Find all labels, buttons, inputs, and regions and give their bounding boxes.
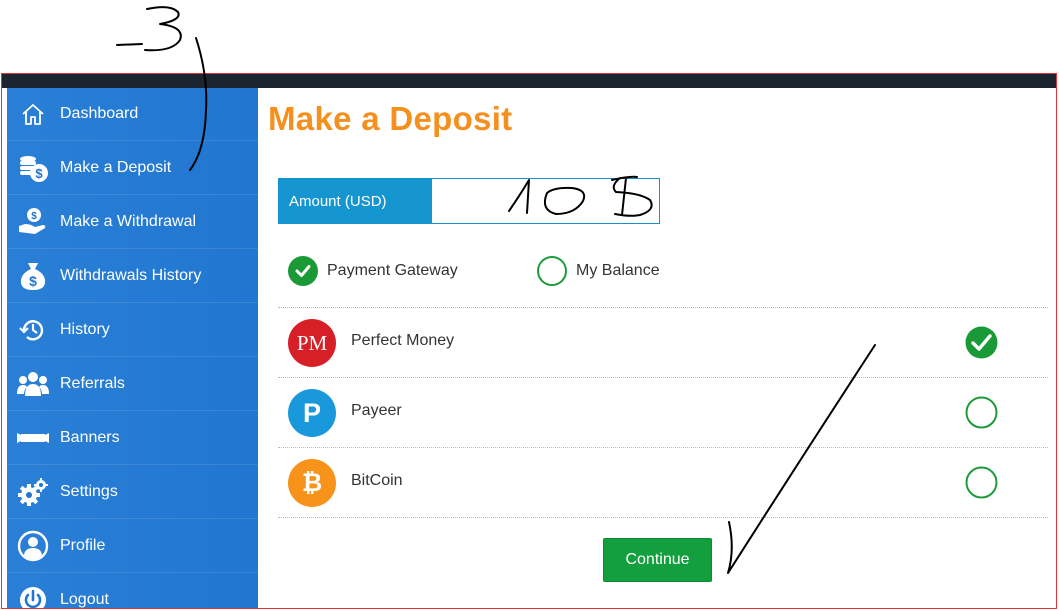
scribble-dash bbox=[116, 43, 143, 46]
hand-coin-icon: $ bbox=[17, 206, 49, 238]
sidebar-item-history[interactable]: History bbox=[7, 304, 258, 357]
user-profile-icon bbox=[17, 530, 49, 562]
scribble-three bbox=[144, 6, 182, 52]
gateway-row-payeer[interactable]: P Payeer bbox=[278, 377, 1048, 447]
sidebar-item-label: History bbox=[60, 321, 110, 338]
gateway-name: Payeer bbox=[351, 402, 402, 419]
sidebar-item-label: Make a Withdrawal bbox=[60, 213, 197, 230]
sidebar: Dashboard $ Make a Deposit $ Make a With… bbox=[7, 88, 258, 608]
sidebar-item-settings[interactable]: Settings bbox=[7, 466, 258, 519]
radio-checked-icon bbox=[288, 256, 318, 286]
money-bag-icon: $ bbox=[17, 260, 49, 292]
source-option-label: My Balance bbox=[576, 262, 660, 279]
sidebar-item-label: Profile bbox=[60, 537, 106, 554]
amount-field-group: Amount (USD) bbox=[278, 178, 660, 224]
radio-unchecked-icon bbox=[537, 256, 567, 286]
home-icon bbox=[17, 98, 49, 130]
sidebar-item-withdrawals-history[interactable]: $ Withdrawals History bbox=[7, 250, 258, 303]
svg-text:$: $ bbox=[29, 273, 37, 289]
sidebar-item-make-deposit[interactable]: $ Make a Deposit bbox=[7, 142, 258, 195]
payeer-logo-text: P bbox=[302, 397, 321, 428]
top-bar bbox=[2, 74, 1056, 88]
amount-input[interactable] bbox=[432, 179, 659, 223]
sidebar-item-label: Banners bbox=[60, 429, 120, 446]
source-payment-gateway[interactable]: Payment Gateway bbox=[288, 256, 458, 286]
app-frame: Dashboard $ Make a Deposit $ Make a With… bbox=[1, 73, 1057, 609]
gateway-row-perfect-money[interactable]: PM Perfect Money bbox=[278, 307, 1048, 377]
sidebar-item-profile[interactable]: Profile bbox=[7, 520, 258, 573]
coins-deposit-icon: $ bbox=[17, 152, 49, 184]
svg-text:$: $ bbox=[31, 211, 37, 222]
continue-button[interactable]: Continue bbox=[603, 538, 712, 582]
payeer-logo-icon: P bbox=[288, 389, 336, 437]
power-icon bbox=[17, 584, 49, 608]
sidebar-item-label: Referrals bbox=[60, 375, 125, 392]
bitcoin-logo-text: ₿ bbox=[301, 468, 323, 497]
sidebar-item-dashboard[interactable]: Dashboard bbox=[7, 88, 258, 141]
source-option-label: Payment Gateway bbox=[327, 262, 458, 279]
sidebar-item-logout[interactable]: Logout bbox=[7, 574, 258, 608]
gateway-unselected-circle-icon[interactable] bbox=[965, 396, 998, 429]
gears-icon bbox=[17, 476, 49, 508]
perfect-money-logo-icon: PM bbox=[288, 319, 336, 367]
gateway-name: Perfect Money bbox=[351, 332, 455, 349]
sidebar-item-banners[interactable]: Banners bbox=[7, 412, 258, 465]
sidebar-item-make-withdrawal[interactable]: $ Make a Withdrawal bbox=[7, 196, 258, 249]
sidebar-item-label: Withdrawals History bbox=[60, 267, 202, 284]
bitcoin-logo-icon: ₿ bbox=[288, 459, 336, 507]
source-my-balance[interactable]: My Balance bbox=[537, 256, 660, 286]
sidebar-item-label: Dashboard bbox=[60, 105, 139, 122]
gateway-unselected-circle-icon[interactable] bbox=[965, 466, 998, 499]
gateway-name: BitCoin bbox=[351, 472, 403, 489]
page-title: Make a Deposit bbox=[268, 100, 513, 137]
history-clock-icon bbox=[17, 314, 49, 346]
sidebar-item-referrals[interactable]: Referrals bbox=[7, 358, 258, 411]
perfect-money-logo-text: PM bbox=[296, 330, 328, 355]
amount-label: Amount (USD) bbox=[279, 179, 432, 223]
sidebar-item-label: Settings bbox=[60, 483, 118, 500]
gateway-row-bitcoin[interactable]: ₿ BitCoin bbox=[278, 447, 1048, 518]
banner-icon bbox=[17, 422, 49, 454]
main-content: Make a Deposit Amount (USD) Payment Gate… bbox=[258, 88, 1056, 608]
sidebar-item-label: Make a Deposit bbox=[60, 159, 172, 176]
sidebar-item-label: Logout bbox=[60, 591, 109, 608]
svg-text:$: $ bbox=[35, 166, 43, 181]
users-group-icon bbox=[17, 368, 49, 400]
gateway-selected-check-icon[interactable] bbox=[965, 326, 998, 359]
